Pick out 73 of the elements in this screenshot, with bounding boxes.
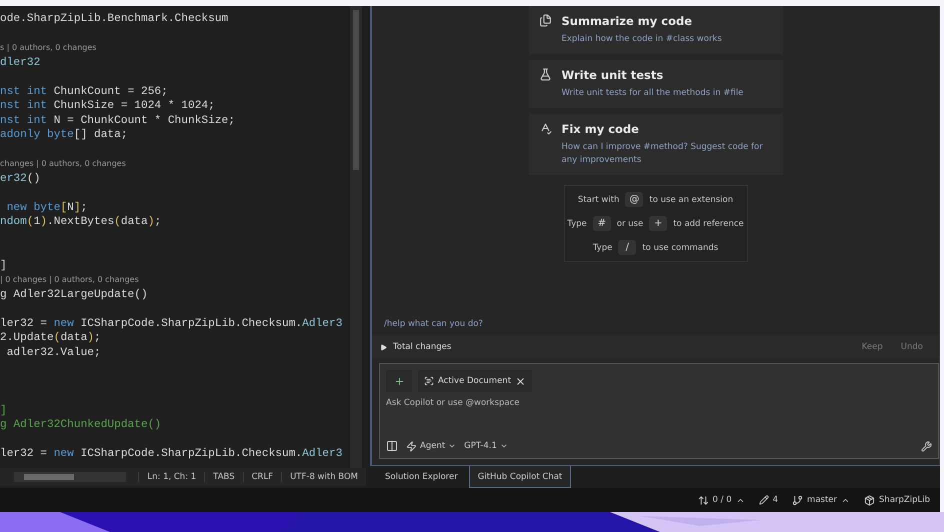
code-line: g Adler32LargeUpdate()	[0, 288, 149, 302]
suggestion-title: Fix my code	[562, 122, 640, 136]
hint-text: Start with	[578, 194, 620, 204]
lightning-icon	[406, 440, 417, 452]
tools-icon[interactable]	[921, 440, 932, 452]
editor-status[interactable]: CRLF	[242, 472, 282, 482]
hint-text: Type	[592, 242, 612, 252]
suggestion-icon	[538, 68, 552, 81]
editor-status[interactable]: UTF-8 with BOM	[281, 472, 366, 482]
hint-text: to use commands	[642, 242, 718, 252]
code-line: nst int ChunkSize = 1024 * 1024;	[0, 99, 216, 114]
chat-input[interactable]: Active Document Ask Copilot or use @workspace Agent GPT-4.1	[379, 363, 939, 460]
package-icon	[864, 494, 876, 506]
mode-dropdown[interactable]: Agent	[406, 440, 456, 452]
suggestion-description: Explain how the code in #class works	[562, 33, 722, 46]
suggestion-card[interactable]: Write unit tests Write unit tests for all the methods in #file	[528, 60, 782, 108]
arrows-icon	[698, 494, 709, 506]
hint-text: to add reference	[673, 218, 744, 228]
tool-tab[interactable]: GitHub Copilot Chat	[468, 466, 572, 488]
close-icon[interactable]	[515, 376, 526, 387]
code-line: ]	[0, 404, 8, 418]
key-cap: #	[592, 216, 611, 231]
key-cap: @	[625, 192, 644, 207]
suggestion-title: Summarize my code	[562, 14, 694, 28]
sync-status[interactable]: 0 / 0	[698, 494, 745, 506]
code-line: ode.SharpZipLib.Benchmark.Checksum	[0, 12, 230, 26]
code-line: g Adler32ChunkedUpdate()	[0, 418, 162, 432]
code-line: 2.Update(data);	[0, 331, 102, 346]
hint-text: to use an extension	[649, 194, 734, 204]
suggestion-title: Write unit tests	[562, 68, 664, 82]
code-line: ndom(1).NextBytes(data);	[0, 215, 162, 230]
hint-text: or use	[616, 218, 644, 228]
suggestion-card[interactable]: Fix my code How can I improve #method? Suggest code for any improvements	[528, 114, 782, 175]
code-line: ]	[0, 258, 8, 273]
changes-label: Total changes	[393, 342, 452, 352]
suggestion-icon	[538, 122, 552, 135]
code-line: nst int N = ChunkCount * ChunkSize;	[0, 114, 236, 128]
suggestion-icon	[538, 14, 552, 27]
code-line: ler32 = new ICSharpCode.SharpZipLib.Checksum.Adler3	[0, 447, 344, 462]
tool-tab[interactable]: Solution Explorer	[376, 466, 467, 488]
code-line: new byte[N];	[6, 200, 88, 215]
document-icon	[424, 376, 434, 386]
edits-status[interactable]: 4	[758, 495, 778, 505]
code-line: er32()	[0, 172, 42, 186]
context-chip[interactable]: Active Document	[418, 370, 532, 392]
key-cap: +	[649, 216, 668, 231]
horizontal-scrollbar[interactable]	[14, 472, 126, 482]
branch-status[interactable]: master	[792, 494, 850, 506]
editor-status[interactable]: TABS	[204, 472, 243, 482]
expand-toggle[interactable]	[380, 344, 387, 351]
vertical-scrollbar[interactable]	[350, 6, 362, 468]
pencil-icon	[758, 495, 769, 505]
suggestion-description: How can I improve #method? Suggest code for any improvements	[562, 141, 764, 167]
code-line: adonly byte[] data;	[0, 128, 129, 142]
suggestion-description: Write unit tests for all the methods in #file	[562, 87, 744, 100]
repo-status[interactable]: SharpZipLib	[864, 494, 930, 506]
code-line: nst int ChunkCount = 256;	[0, 84, 169, 99]
code-line: ler32 = new ICSharpCode.SharpZipLib.Checksum.Adler3	[0, 316, 344, 331]
help-prompt[interactable]: /help what can you do?	[372, 319, 939, 336]
key-cap: /	[618, 240, 636, 255]
suggestion-card[interactable]: Summarize my code Explain how the code in #class works	[528, 6, 782, 54]
code-lens[interactable]: changes | 0 authors, 0 changes	[0, 159, 126, 168]
branch-icon	[792, 494, 804, 506]
code-line: adler32.Value;	[6, 346, 102, 360]
code-line: dler32	[0, 56, 42, 70]
code-lens[interactable]: | 0 changes | 0 authors, 0 changes	[0, 275, 139, 284]
caret-icon	[380, 344, 387, 351]
code-lens[interactable]: s | 0 authors, 0 changes	[0, 43, 96, 52]
editor-status[interactable]: Ln: 1, Ch: 1	[138, 472, 204, 482]
model-dropdown[interactable]: GPT-4.1	[464, 441, 508, 452]
add-button[interactable]	[386, 370, 412, 392]
plus-icon	[394, 376, 404, 387]
hint-text: Type	[567, 218, 587, 228]
